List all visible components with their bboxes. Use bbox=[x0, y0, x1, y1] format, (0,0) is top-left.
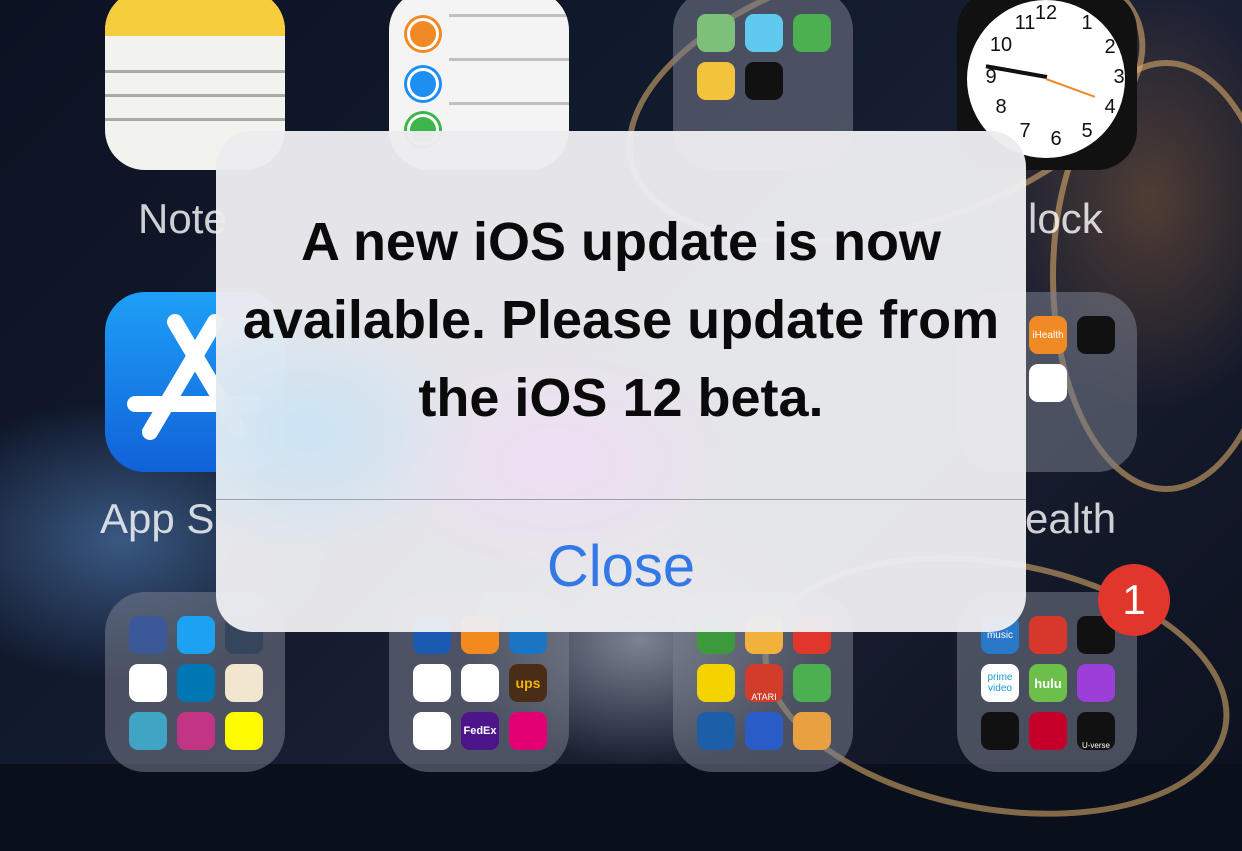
notes-app-label: Note bbox=[138, 195, 227, 242]
southwest-icon bbox=[461, 664, 499, 702]
ring-app-icon bbox=[1029, 364, 1067, 402]
iheartradio-icon bbox=[1029, 712, 1067, 750]
facebook-icon bbox=[129, 616, 167, 654]
hulu-icon: hulu bbox=[1029, 664, 1067, 702]
podcasts-icon bbox=[1077, 664, 1115, 702]
t-mobile-icon bbox=[509, 712, 547, 750]
prime-video-icon: prime video bbox=[981, 664, 1019, 702]
snapchat-icon bbox=[225, 712, 263, 750]
radar-icon bbox=[745, 62, 783, 100]
pacman-icon bbox=[697, 664, 735, 702]
notification-badge: 1 bbox=[1098, 564, 1170, 636]
activity-icon bbox=[1077, 316, 1115, 354]
clock-app-label: lock bbox=[1028, 195, 1103, 242]
fruit-game-icon bbox=[793, 664, 831, 702]
linkedin-icon bbox=[177, 664, 215, 702]
slack-icon bbox=[129, 664, 167, 702]
sonic-icon bbox=[745, 712, 783, 750]
wifi-app-icon bbox=[1029, 616, 1067, 654]
asana-icon bbox=[413, 712, 451, 750]
health-folder-label: ealth bbox=[1025, 495, 1117, 542]
flag-icon bbox=[225, 664, 263, 702]
atari-icon: ATARI bbox=[745, 664, 783, 702]
maps-icon bbox=[697, 14, 735, 52]
waze-icon bbox=[745, 14, 783, 52]
clock-second-hand bbox=[1045, 78, 1096, 98]
close-button[interactable]: Close bbox=[216, 500, 1026, 632]
periscope-icon bbox=[129, 712, 167, 750]
google-maps-icon bbox=[793, 14, 831, 52]
update-alert-dialog: A new iOS update is now available. Pleas… bbox=[216, 131, 1026, 632]
golf-icon bbox=[793, 712, 831, 750]
ihealth-icon: iHealth bbox=[1029, 316, 1067, 354]
fedex-icon: FedEx bbox=[461, 712, 499, 750]
u-verse-icon: U-verse bbox=[1077, 712, 1115, 750]
app-store-label: App S bbox=[100, 495, 215, 542]
google-maps-go-icon bbox=[697, 62, 735, 100]
tv-icon bbox=[981, 712, 1019, 750]
alert-message: A new iOS update is now available. Pleas… bbox=[242, 212, 1000, 428]
solitaire-icon bbox=[697, 712, 735, 750]
analytics-icon bbox=[413, 664, 451, 702]
instagram-icon bbox=[177, 712, 215, 750]
twitter-icon bbox=[177, 616, 215, 654]
ups-icon: ups bbox=[509, 664, 547, 702]
